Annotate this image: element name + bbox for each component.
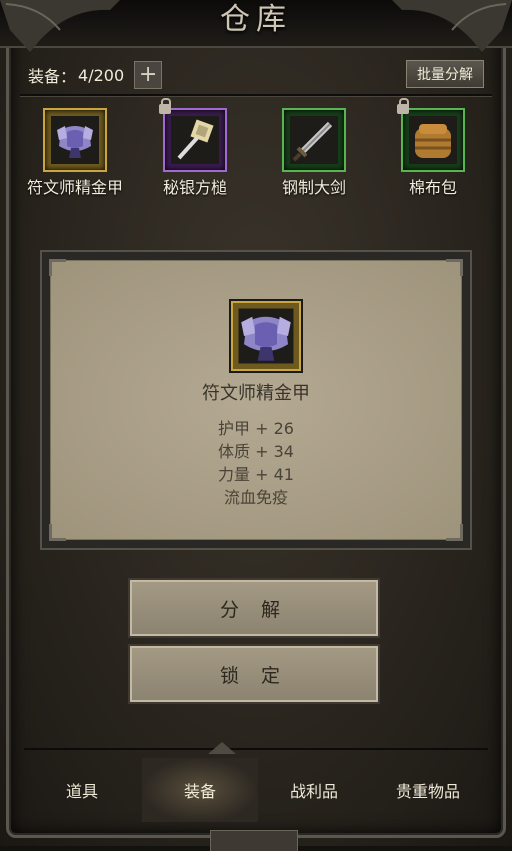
item-name: 符文师精金甲 (26, 178, 123, 197)
tab-equipment[interactable]: 装备 (142, 758, 258, 822)
stat-bleed-immunity: 流血免疫 (223, 488, 288, 507)
detail-item-name: 符文师精金甲 (202, 383, 310, 404)
stats-list: 护甲 + 26 体质 + 34 力量 + 41 流血免疫 (51, 417, 461, 509)
item-slot-bag[interactable]: 棉布包 (378, 98, 488, 198)
lock-icon (159, 98, 171, 114)
tab-loot[interactable]: 战利品 (256, 758, 372, 822)
header-ornament: 仓库 (0, 0, 512, 52)
bottom-stub-button[interactable] (210, 830, 298, 851)
capacity-label: 装备： (28, 67, 77, 86)
item-detail-panel: 符文师精金甲 护甲 + 26 体质 + 34 力量 + 41 流血免疫 (40, 250, 472, 550)
item-slot-armor[interactable]: 符文师精金甲 (20, 108, 130, 198)
item-slot-sword[interactable]: 钢制大剑 (259, 108, 369, 198)
stat-strength: 力量 + 41 (218, 465, 294, 484)
item-frame (282, 108, 346, 172)
detail-item-frame (229, 299, 303, 373)
armor-icon (57, 126, 93, 158)
capacity-value: 4/200 (78, 65, 125, 85)
game-window: 仓库 装备： 4/200 + 批量分解 符文师精金甲 秘银方槌 钢制大剑 棉布包… (0, 0, 512, 851)
item-grid: 符文师精金甲 秘银方槌 钢制大剑 棉布包 (0, 98, 512, 197)
armor-icon (238, 308, 294, 364)
page-title: 仓库 (220, 2, 292, 37)
item-slot-hammer[interactable]: 秘银方槌 (140, 98, 250, 198)
expand-capacity-button[interactable]: + (134, 61, 163, 89)
item-frame (159, 98, 227, 172)
tab-items[interactable]: 道具 (24, 758, 140, 822)
batch-decompose-button[interactable]: 批量分解 (406, 60, 484, 88)
tab-valuables[interactable]: 贵重物品 (370, 758, 486, 822)
item-frame (43, 108, 107, 172)
item-name: 秘银方槌 (162, 178, 227, 197)
stat-armor: 护甲 + 26 (218, 419, 294, 438)
hammer-icon (177, 119, 214, 160)
lock-button[interactable]: 锁 定 (128, 644, 380, 704)
lock-icon (397, 98, 409, 114)
item-name: 钢制大剑 (281, 178, 346, 197)
capacity-row: 装备： 4/200 + (28, 61, 163, 89)
item-frame (397, 98, 465, 172)
stat-constitution: 体质 + 34 (218, 442, 294, 461)
bag-icon (415, 124, 451, 158)
divider (20, 94, 492, 97)
bottom-tab-bar: 道具 装备 战利品 贵重物品 (24, 742, 488, 826)
decompose-button[interactable]: 分 解 (128, 578, 380, 638)
sword-icon (292, 121, 333, 162)
plus-icon: + (138, 62, 158, 87)
item-name: 棉布包 (408, 178, 457, 197)
